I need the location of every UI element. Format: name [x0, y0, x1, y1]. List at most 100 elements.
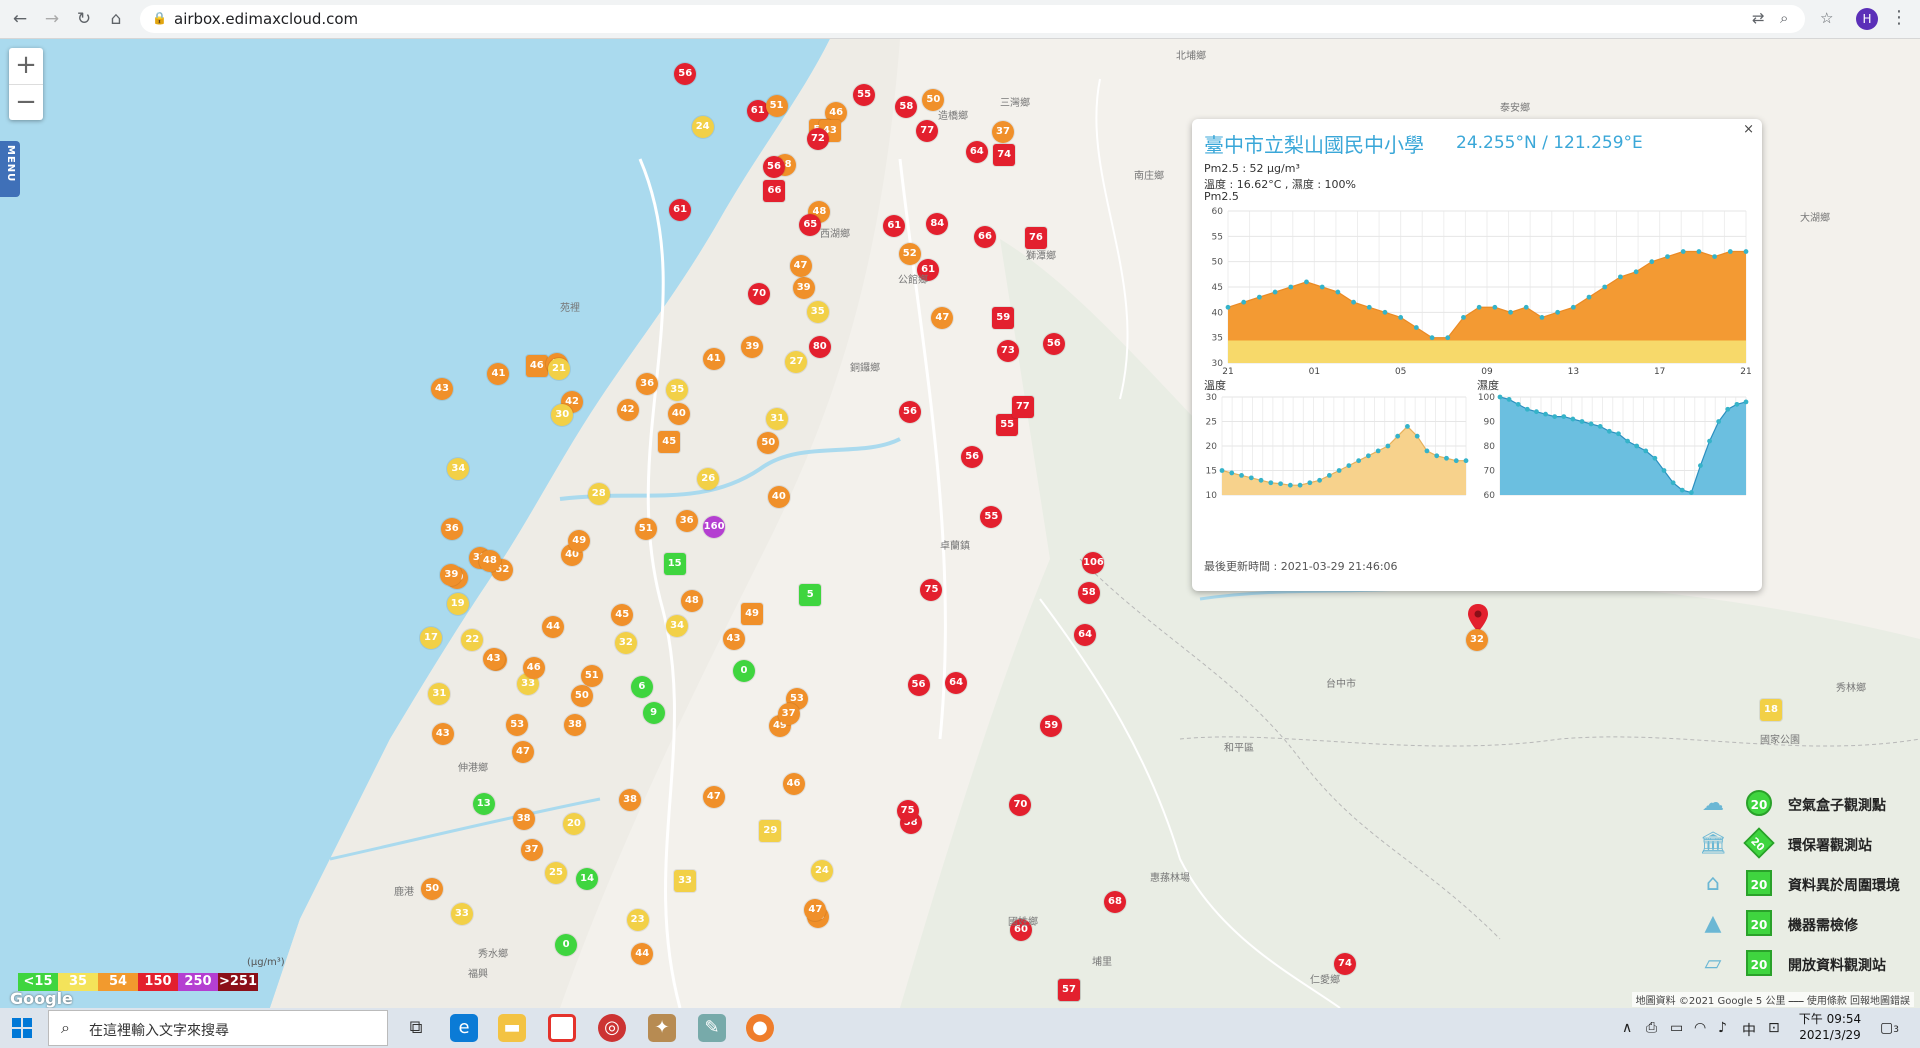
app-icon-paint[interactable]: ✎ — [698, 1014, 726, 1042]
pm25-marker[interactable]: 9 — [642, 701, 665, 724]
wifi-icon[interactable]: ◠ — [1694, 1020, 1706, 1036]
pm25-marker[interactable]: 33 — [450, 902, 473, 925]
pm25-marker[interactable]: 61 — [669, 198, 692, 221]
pm25-marker[interactable]: 5 — [799, 583, 822, 606]
pm25-marker[interactable]: 18 — [1760, 699, 1782, 721]
map-attribution[interactable]: 地圖資料 ©2021 Google 5 公里 ⎯⎯⎯ 使用條款 回報地圖錯誤 — [1631, 992, 1914, 1007]
pm25-marker[interactable]: 21 — [547, 357, 570, 380]
pm25-marker[interactable]: 36 — [675, 510, 698, 533]
pm25-marker[interactable]: 46 — [525, 354, 548, 377]
pm25-marker[interactable]: 15 — [663, 552, 686, 575]
pm25-marker[interactable]: 37 — [520, 839, 543, 862]
task-view-icon[interactable]: ⧉ — [402, 1014, 430, 1042]
pm25-marker[interactable]: 66 — [973, 225, 996, 248]
pm25-marker[interactable]: 56 — [1042, 332, 1065, 355]
pm25-marker[interactable]: 47 — [511, 740, 534, 763]
keyboard-layout-icon[interactable]: ⊡ — [1768, 1020, 1780, 1036]
pm25-marker[interactable]: 44 — [542, 615, 565, 638]
pm25-marker[interactable]: 73 — [996, 339, 1019, 362]
pm25-marker[interactable]: 56 — [907, 674, 930, 697]
reload-icon[interactable]: ↻ — [74, 9, 94, 29]
pm25-marker[interactable]: 24 — [691, 116, 714, 139]
pm25-marker[interactable]: 66 — [763, 180, 786, 203]
close-icon[interactable]: × — [1743, 122, 1754, 137]
pm25-marker[interactable]: 28 — [587, 482, 610, 505]
pm25-marker[interactable]: 37 — [991, 120, 1014, 143]
pm25-marker[interactable]: 26 — [697, 467, 720, 490]
pm25-marker[interactable]: 46 — [782, 772, 805, 795]
forward-icon[interactable]: → — [42, 9, 62, 29]
chrome-icon[interactable] — [548, 1014, 576, 1042]
pm25-marker[interactable]: 14 — [576, 867, 599, 890]
map-canvas[interactable]: 5548667061584673806561535138374339245652… — [0, 39, 1920, 1008]
menu-kebab-icon[interactable]: ⋮ — [1890, 7, 1908, 28]
address-bar[interactable]: 🔒 airbox.edimaxcloud.com ⇄ ⌕ ☆ — [140, 5, 1833, 33]
pm25-marker[interactable]: 50 — [570, 684, 593, 707]
pm25-marker[interactable]: 40 — [667, 402, 690, 425]
pm25-marker[interactable]: 37 — [777, 702, 800, 725]
notification-icon[interactable]: ▢3 — [1880, 1020, 1899, 1036]
pm25-marker[interactable]: 77 — [916, 119, 939, 142]
pm25-marker[interactable]: 41 — [702, 347, 725, 370]
pm25-marker[interactable]: 29 — [759, 819, 782, 842]
app-icon-bird[interactable]: ✦ — [648, 1014, 676, 1042]
pm25-marker[interactable]: 47 — [804, 898, 827, 921]
app-icon-compass[interactable]: ◎ — [598, 1014, 626, 1042]
pm25-marker[interactable]: 80 — [808, 335, 831, 358]
ime-indicator[interactable]: 中 — [1742, 1020, 1756, 1040]
pm25-marker[interactable]: 51 — [765, 95, 788, 118]
blender-icon[interactable]: ● — [746, 1014, 774, 1042]
zoom-icon[interactable]: ⌕ — [1780, 9, 1788, 27]
pm25-marker[interactable]: 13 — [472, 792, 495, 815]
pm25-marker[interactable]: 19 — [446, 593, 469, 616]
taskbar-search[interactable]: ⌕ 在這裡輸入文字來搜尋 — [48, 1010, 388, 1046]
pm25-marker[interactable]: 160 — [703, 515, 726, 538]
pm25-marker[interactable]: 84 — [926, 212, 949, 235]
pm25-marker[interactable]: 51 — [634, 517, 657, 540]
pm25-marker[interactable]: 55 — [853, 83, 876, 106]
pm25-marker[interactable]: 43 — [482, 648, 505, 671]
pm25-marker[interactable]: 68 — [1104, 891, 1126, 913]
pm25-marker[interactable]: 50 — [421, 877, 444, 900]
pm25-marker[interactable]: 47 — [702, 785, 725, 808]
pm25-marker[interactable]: 36 — [440, 517, 463, 540]
back-icon[interactable]: ← — [10, 9, 30, 29]
tray-device-icon[interactable]: ⎙ — [1646, 1020, 1657, 1036]
pm25-marker[interactable]: 38 — [512, 807, 535, 830]
pm25-marker[interactable]: 59 — [1040, 714, 1063, 737]
pm25-marker[interactable]: 43 — [431, 377, 453, 400]
tray-chevron-icon[interactable]: ∧ — [1622, 1020, 1632, 1036]
pm25-marker[interactable]: 74 — [993, 143, 1016, 166]
pm25-marker[interactable]: 20 — [562, 812, 585, 835]
pm25-marker[interactable]: 47 — [789, 254, 812, 277]
pm25-marker[interactable]: 75 — [896, 799, 919, 822]
battery-icon[interactable]: ▭ — [1670, 1020, 1683, 1036]
selected-station-marker[interactable]: 32 — [1466, 629, 1488, 651]
pm25-marker[interactable]: 44 — [631, 942, 654, 965]
home-icon[interactable]: ⌂ — [106, 9, 126, 29]
pm25-marker[interactable]: 46 — [522, 656, 545, 679]
zoom-in-button[interactable]: + — [9, 48, 43, 84]
pm25-marker[interactable]: 42 — [616, 398, 639, 421]
pm25-marker[interactable]: 38 — [563, 713, 586, 736]
profile-avatar[interactable]: H — [1856, 8, 1878, 30]
pm25-marker[interactable]: 39 — [792, 276, 815, 299]
pm25-marker[interactable]: 40 — [767, 486, 790, 509]
pm25-marker[interactable]: 45 — [658, 430, 681, 453]
pm25-marker[interactable]: 47 — [931, 306, 954, 329]
menu-tab[interactable]: MENU — [0, 141, 20, 197]
volume-icon[interactable]: ♪ — [1718, 1020, 1727, 1036]
pm25-marker[interactable]: 77 — [1011, 395, 1034, 418]
pm25-marker[interactable]: 43 — [431, 723, 454, 746]
url-text[interactable]: airbox.edimaxcloud.com — [174, 10, 358, 28]
pm25-marker[interactable]: 52 — [898, 243, 921, 266]
pm25-marker[interactable]: 31 — [766, 407, 789, 430]
clock[interactable]: 下午 09:54 2021/3/29 — [1798, 1011, 1862, 1043]
zoom-out-button[interactable]: − — [9, 84, 43, 121]
file-explorer-icon[interactable]: ▬ — [498, 1014, 526, 1042]
pm25-marker[interactable]: 36 — [636, 372, 659, 395]
pm25-marker[interactable]: 31 — [428, 682, 451, 705]
pm25-marker[interactable]: 43 — [722, 627, 745, 650]
pm25-marker[interactable]: 57 — [1058, 979, 1080, 1001]
pm25-marker[interactable]: 35 — [806, 300, 829, 323]
